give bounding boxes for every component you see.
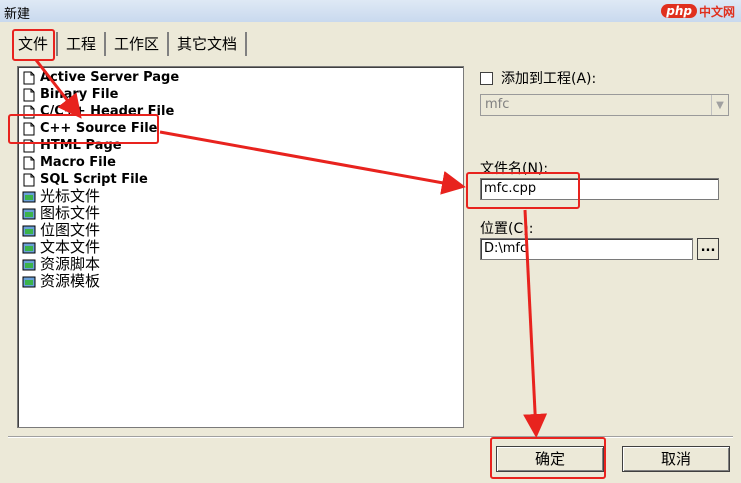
watermark-site: 中文网 bbox=[698, 4, 735, 19]
filename-input[interactable]: mfc.cpp bbox=[480, 178, 719, 200]
list-item-label: 文本文件 bbox=[40, 238, 101, 256]
title-bar: 新建 php 中文网 bbox=[0, 0, 741, 23]
project-combo-value: mfc bbox=[485, 97, 510, 112]
list-item-label: HTML Page bbox=[40, 138, 122, 153]
tab-files[interactable]: 文件 bbox=[10, 32, 59, 56]
list-item[interactable]: 图标文件 bbox=[22, 205, 463, 222]
chevron-down-icon[interactable]: ▼ bbox=[711, 95, 728, 115]
resource-template-icon bbox=[22, 275, 36, 289]
list-item[interactable]: C/C++ Header File bbox=[22, 103, 463, 120]
project-combo[interactable]: mfc ▼ bbox=[480, 94, 729, 116]
cancel-button[interactable]: 取消 bbox=[622, 446, 730, 472]
add-to-project-checkbox[interactable] bbox=[480, 71, 493, 85]
watermark-logo: php 中文网 bbox=[661, 2, 735, 20]
list-item-label: 资源模板 bbox=[40, 272, 101, 290]
list-item[interactable]: 资源模板 bbox=[22, 273, 463, 290]
location-input[interactable]: D:\mfc bbox=[480, 238, 693, 260]
asp-file-icon bbox=[22, 71, 36, 85]
window-title: 新建 bbox=[4, 7, 31, 22]
list-item-label: 图标文件 bbox=[40, 204, 101, 222]
list-item-label: Macro File bbox=[40, 155, 116, 170]
tab-projects[interactable]: 工程 bbox=[58, 32, 107, 56]
file-type-list[interactable]: Active Server Page Binary File C/C++ Heade… bbox=[17, 66, 464, 428]
list-item-label: C/C++ Header File bbox=[40, 104, 175, 119]
macro-file-icon bbox=[22, 156, 36, 170]
list-item[interactable]: HTML Page bbox=[22, 137, 463, 154]
list-item-label: 光标文件 bbox=[40, 187, 101, 205]
new-file-dialog: 文件 工程 工作区 其它文档 Active Server Page Binary … bbox=[0, 22, 741, 483]
list-item-label: Active Server Page bbox=[40, 70, 180, 85]
list-item[interactable]: Active Server Page bbox=[22, 69, 463, 86]
list-item-label: 资源脚本 bbox=[40, 255, 101, 273]
text-file-icon bbox=[22, 241, 36, 255]
bitmap-file-icon bbox=[22, 224, 36, 238]
cpp-file-icon bbox=[22, 122, 36, 136]
ok-button[interactable]: 确定 bbox=[496, 446, 604, 472]
list-item[interactable]: Binary File bbox=[22, 86, 463, 103]
list-item[interactable]: 资源脚本 bbox=[22, 256, 463, 273]
browse-button[interactable]: ... bbox=[697, 238, 719, 260]
list-item-label: 位图文件 bbox=[40, 221, 101, 239]
list-item[interactable]: 光标文件 bbox=[22, 188, 463, 205]
list-item[interactable]: 位图文件 bbox=[22, 222, 463, 239]
add-to-project-label: 添加到工程(A): bbox=[501, 71, 597, 87]
icon-file-icon bbox=[22, 207, 36, 221]
binary-file-icon bbox=[22, 88, 36, 102]
list-item-label: Binary File bbox=[40, 87, 119, 102]
list-item[interactable]: 文本文件 bbox=[22, 239, 463, 256]
divider bbox=[8, 436, 733, 438]
cursor-file-icon bbox=[22, 190, 36, 204]
list-item[interactable]: Macro File bbox=[22, 154, 463, 171]
list-item[interactable]: C++ Source File bbox=[22, 120, 463, 137]
list-item-label: SQL Script File bbox=[40, 172, 148, 187]
filename-label: 文件名(N): bbox=[480, 161, 549, 177]
header-file-icon bbox=[22, 105, 36, 119]
tab-other-documents[interactable]: 其它文档 bbox=[169, 32, 248, 56]
tab-workspaces[interactable]: 工作区 bbox=[106, 32, 170, 56]
html-file-icon bbox=[22, 139, 36, 153]
add-to-project-row[interactable]: 添加到工程(A): bbox=[480, 68, 596, 88]
list-item-label: C++ Source File bbox=[40, 121, 158, 136]
resource-script-icon bbox=[22, 258, 36, 272]
tab-strip: 文件 工程 工作区 其它文档 bbox=[10, 32, 248, 58]
location-label: 位置(C): bbox=[480, 221, 534, 237]
watermark-php: php bbox=[661, 4, 697, 18]
list-item[interactable]: SQL Script File bbox=[22, 171, 463, 188]
sql-file-icon bbox=[22, 173, 36, 187]
